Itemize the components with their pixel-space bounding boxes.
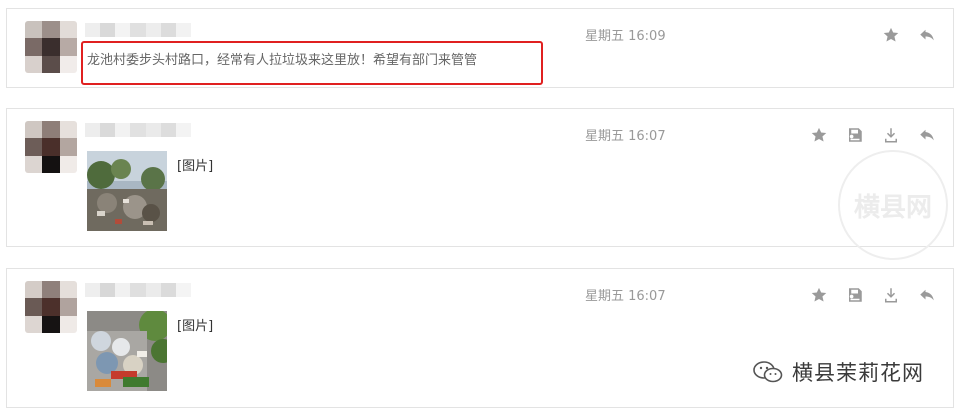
star-icon[interactable]	[809, 285, 829, 305]
message-text: 龙池村委步头村路口，经常有人拉垃圾来这里放！希望有部门来管管	[87, 53, 478, 68]
message-card[interactable]: 星期五 16:09 龙池村委步头村路口，经常有人拉垃圾来这里放！希望有部门来管管	[6, 8, 954, 88]
brand-logo: 横县茉莉花网	[752, 357, 924, 387]
sender-name-blurred	[85, 283, 191, 297]
message-timestamp: 星期五 16:07	[585, 129, 666, 144]
brand-name: 横县茉莉花网	[792, 361, 924, 385]
star-icon[interactable]	[881, 25, 901, 45]
attachment-label: [图片]	[177, 159, 214, 174]
wechat-icon	[753, 361, 783, 383]
message-actions	[809, 125, 937, 145]
star-icon[interactable]	[809, 125, 829, 145]
message-timestamp: 星期五 16:07	[585, 289, 666, 304]
message-actions	[809, 285, 937, 305]
message-actions	[881, 25, 937, 45]
reply-icon[interactable]	[917, 125, 937, 145]
message-card[interactable]: 星期五 16:07 [图片]	[6, 268, 954, 408]
attachment-label: [图片]	[177, 319, 214, 334]
attachment-thumbnail[interactable]	[87, 151, 167, 231]
message-timestamp: 星期五 16:09	[585, 29, 666, 44]
avatar	[25, 121, 77, 173]
sender-name-blurred	[85, 23, 191, 37]
message-card[interactable]: 星期五 16:07 [图片]	[6, 108, 954, 247]
watermark-text: 横县网	[853, 192, 932, 223]
download-icon[interactable]	[881, 285, 901, 305]
avatar	[25, 21, 77, 73]
sender-name-blurred	[85, 123, 191, 137]
watermark-seal: 横县网	[838, 150, 948, 260]
reply-icon[interactable]	[917, 285, 937, 305]
save-icon[interactable]	[845, 285, 865, 305]
attachment-thumbnail[interactable]	[87, 311, 167, 391]
reply-icon[interactable]	[917, 25, 937, 45]
save-icon[interactable]	[845, 125, 865, 145]
download-icon[interactable]	[881, 125, 901, 145]
avatar	[25, 281, 77, 333]
